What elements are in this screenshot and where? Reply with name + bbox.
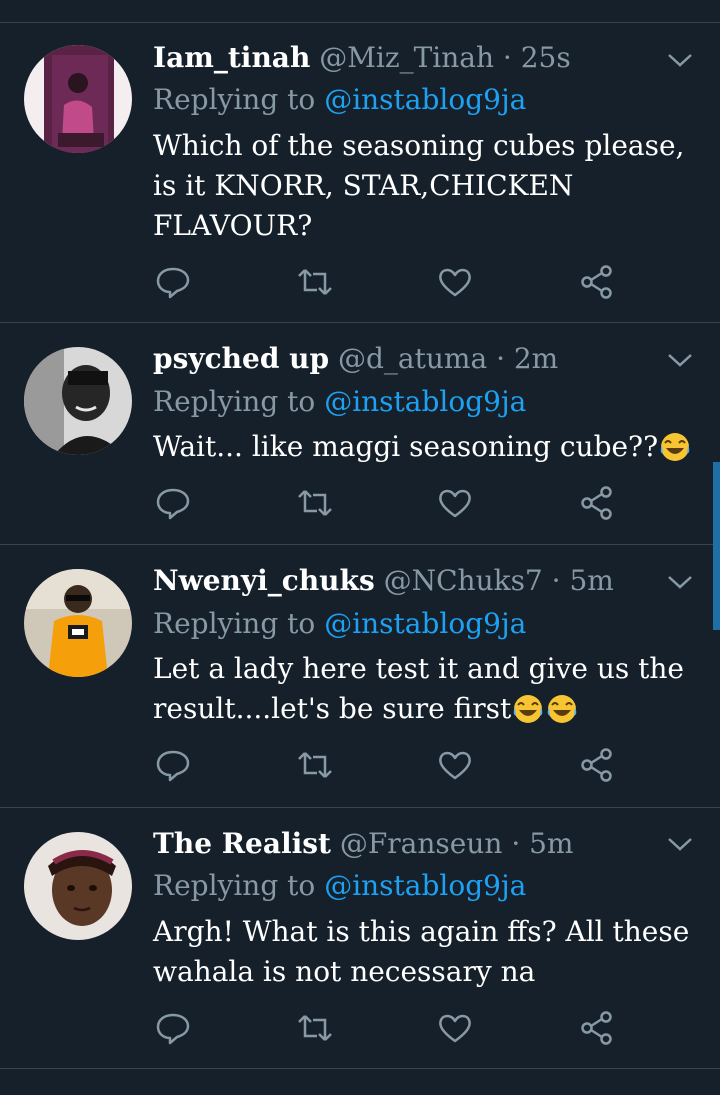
chevron-down-icon[interactable] bbox=[666, 50, 694, 70]
tweet-text-content: Argh! What is this again ffs? All these … bbox=[153, 915, 690, 988]
share-icon[interactable] bbox=[579, 264, 615, 300]
previous-tweet-edge bbox=[0, 0, 720, 23]
retweet-icon[interactable] bbox=[297, 1010, 333, 1046]
avatar[interactable] bbox=[24, 569, 132, 677]
user-handle[interactable]: @d_atuma bbox=[338, 342, 487, 375]
tweet[interactable]: psyched up @d_atuma · 2m Replying to @in… bbox=[0, 323, 720, 545]
mention-link[interactable]: @instablog9ja bbox=[324, 869, 526, 902]
replying-prefix: Replying to bbox=[153, 385, 316, 418]
timestamp[interactable]: · 5m bbox=[552, 564, 614, 597]
tweet-header: The Realist @Franseun · 5m bbox=[153, 828, 573, 860]
replying-prefix: Replying to bbox=[153, 607, 316, 640]
chevron-down-icon[interactable] bbox=[666, 350, 694, 370]
heart-icon[interactable] bbox=[437, 747, 473, 783]
timestamp[interactable]: · 25s bbox=[503, 41, 571, 74]
retweet-icon[interactable] bbox=[297, 485, 333, 521]
replying-to: Replying to @instablog9ja bbox=[153, 608, 526, 640]
action-bar bbox=[155, 485, 615, 521]
tweet-text: Wait... like maggi seasoning cube?? bbox=[153, 427, 698, 467]
mention-link[interactable]: @instablog9ja bbox=[324, 385, 526, 418]
chevron-down-icon[interactable] bbox=[666, 572, 694, 592]
tweet-text-content: Wait... like maggi seasoning cube?? bbox=[153, 430, 659, 463]
action-bar bbox=[155, 747, 615, 783]
avatar[interactable] bbox=[24, 347, 132, 455]
replying-prefix: Replying to bbox=[153, 869, 316, 902]
chevron-down-icon[interactable] bbox=[666, 834, 694, 854]
tweet-header: Iam_tinah @Miz_Tinah · 25s bbox=[153, 42, 571, 74]
laughing-emoji-icon bbox=[547, 695, 577, 723]
tweet-header: Nwenyi_chuks @NChuks7 · 5m bbox=[153, 565, 614, 597]
tweet[interactable]: The Realist @Franseun · 5m Replying to @… bbox=[0, 808, 720, 1068]
action-bar bbox=[155, 1010, 615, 1046]
display-name[interactable]: Iam_tinah bbox=[153, 41, 310, 74]
retweet-icon[interactable] bbox=[297, 264, 333, 300]
heart-icon[interactable] bbox=[437, 1010, 473, 1046]
replying-prefix: Replying to bbox=[153, 83, 316, 116]
replying-to: Replying to @instablog9ja bbox=[153, 386, 526, 418]
tweet[interactable]: Nwenyi_chuks @NChuks7 · 5m Replying to @… bbox=[0, 545, 720, 808]
user-handle[interactable]: @Miz_Tinah bbox=[319, 41, 494, 74]
display-name[interactable]: psyched up bbox=[153, 342, 329, 375]
heart-icon[interactable] bbox=[437, 264, 473, 300]
reply-icon[interactable] bbox=[155, 1010, 191, 1046]
mention-link[interactable]: @instablog9ja bbox=[324, 83, 526, 116]
display-name[interactable]: Nwenyi_chuks bbox=[153, 564, 375, 597]
tweet-text-content: Let a lady here test it and give us the … bbox=[153, 652, 684, 725]
next-tweet-edge bbox=[0, 1068, 720, 1095]
retweet-icon[interactable] bbox=[297, 747, 333, 783]
reply-icon[interactable] bbox=[155, 264, 191, 300]
share-icon[interactable] bbox=[579, 1010, 615, 1046]
avatar[interactable] bbox=[24, 45, 132, 153]
replying-to: Replying to @instablog9ja bbox=[153, 84, 526, 116]
user-handle[interactable]: @NChuks7 bbox=[384, 564, 543, 597]
action-bar bbox=[155, 264, 615, 300]
replying-to: Replying to @instablog9ja bbox=[153, 870, 526, 902]
tweet-text: Which of the seasoning cubes please, is … bbox=[153, 126, 698, 246]
avatar[interactable] bbox=[24, 832, 132, 940]
tweet-header: psyched up @d_atuma · 2m bbox=[153, 343, 558, 375]
timestamp[interactable]: · 5m bbox=[511, 827, 573, 860]
tweet[interactable]: Iam_tinah @Miz_Tinah · 25s Replying to @… bbox=[0, 22, 720, 323]
tweet-text-content: Which of the seasoning cubes please, is … bbox=[153, 129, 685, 242]
laughing-emoji-icon bbox=[513, 695, 543, 723]
mention-link[interactable]: @instablog9ja bbox=[324, 607, 526, 640]
laughing-emoji-icon bbox=[660, 433, 690, 461]
share-icon[interactable] bbox=[579, 747, 615, 783]
tweet-text: Argh! What is this again ffs? All these … bbox=[153, 912, 698, 992]
share-icon[interactable] bbox=[579, 485, 615, 521]
reply-icon[interactable] bbox=[155, 747, 191, 783]
display-name[interactable]: The Realist bbox=[153, 827, 331, 860]
user-handle[interactable]: @Franseun bbox=[340, 827, 503, 860]
heart-icon[interactable] bbox=[437, 485, 473, 521]
timestamp[interactable]: · 2m bbox=[496, 342, 558, 375]
scrollbar[interactable] bbox=[713, 462, 720, 630]
tweet-text: Let a lady here test it and give us the … bbox=[153, 649, 698, 729]
reply-icon[interactable] bbox=[155, 485, 191, 521]
